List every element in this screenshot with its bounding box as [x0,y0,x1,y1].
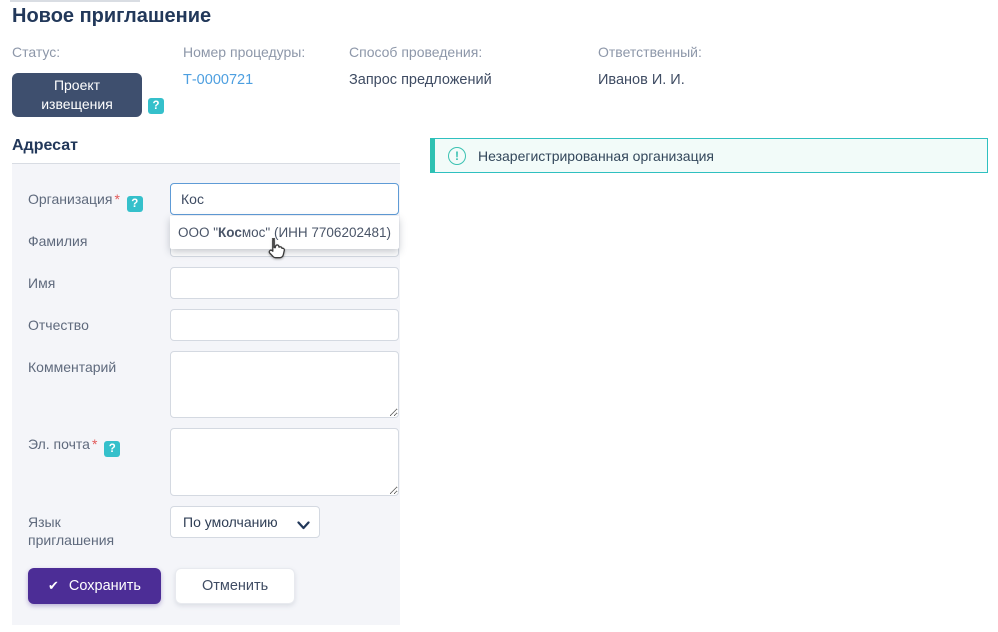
organization-row: Организация* ? ООО "Космос" (ИНН 7706202… [28,183,384,215]
method-label: Способ проведения: [349,44,492,60]
language-select[interactable]: По умолчанию [170,506,320,538]
section-title: Адресат [12,137,78,155]
status-help-icon[interactable]: ? [148,98,164,114]
addressee-form: Организация* ? ООО "Космос" (ИНН 7706202… [12,164,400,625]
procedure-number-label: Номер процедуры: [183,44,305,60]
procedure-number-link[interactable]: Т-0000721 [183,72,253,88]
method-value: Запрос предложений [349,72,492,88]
status-column: Статус: Проект извещения ? [12,44,164,117]
middle-name-label: Отчество [28,309,170,341]
method-column: Способ проведения: Запрос предложений [349,44,492,88]
first-name-label: Имя [28,267,170,299]
required-mark: * [92,436,97,452]
first-name-input[interactable] [170,267,399,299]
middle-name-input[interactable] [170,309,399,341]
status-label: Статус: [12,44,164,60]
email-label: Эл. почта* ? [28,428,170,496]
cancel-button[interactable]: Отменить [175,568,295,604]
organization-label: Организация* ? [28,183,170,215]
save-button[interactable]: ✔Сохранить [28,568,161,604]
last-name-label: Фамилия [28,225,170,257]
comment-textarea[interactable] [170,351,399,418]
organization-suggestions-dropdown: ООО "Космос" (ИНН 7706202481) [170,216,399,249]
info-icon: ! [448,147,466,165]
top-divider [10,0,140,2]
middle-name-row: Отчество [28,309,384,341]
unregistered-org-banner: ! Незарегистрированная организация [430,138,988,173]
responsible-column: Ответственный: Иванов И. И. [598,44,702,88]
suggestion-item[interactable]: ООО "Космос" (ИНН 7706202481) [170,216,399,249]
banner-text: Незарегистрированная организация [478,148,714,164]
form-actions: ✔Сохранить Отменить [28,568,384,604]
page-title: Новое приглашение [12,5,211,28]
responsible-label: Ответственный: [598,44,702,60]
language-label: Язык приглашения [28,506,170,549]
email-textarea[interactable] [170,428,399,496]
organization-input[interactable] [170,183,399,215]
comment-row: Комментарий [28,351,384,418]
status-badge: Проект извещения [12,73,142,117]
organization-help-icon[interactable]: ? [127,196,143,212]
check-icon: ✔ [48,578,59,594]
email-help-icon[interactable]: ? [104,441,120,457]
responsible-value: Иванов И. И. [598,72,702,88]
first-name-row: Имя [28,267,384,299]
email-row: Эл. почта* ? [28,428,384,496]
language-row: Язык приглашения По умолчанию [28,506,384,549]
procedure-column: Номер процедуры: Т-0000721 [183,44,305,88]
comment-label: Комментарий [28,351,170,418]
required-mark: * [114,191,119,207]
